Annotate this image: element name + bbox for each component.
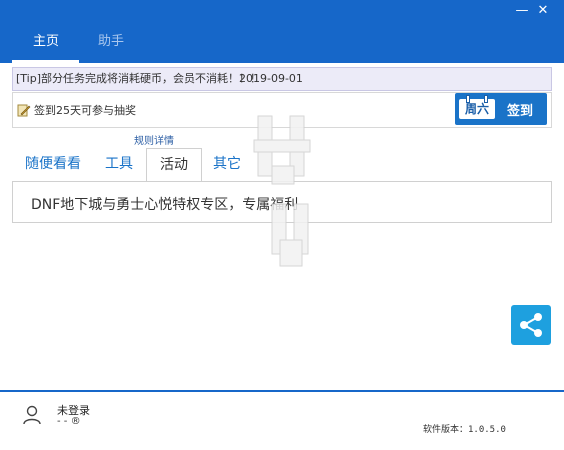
signin-hint: 签到25天可参与抽奖 xyxy=(34,104,136,117)
footer-divider xyxy=(0,390,564,392)
share-button[interactable] xyxy=(511,305,551,345)
user-status: - - ® xyxy=(57,416,81,427)
category-tabs: 随便看看 工具 活动 其它 xyxy=(12,148,252,183)
tab-other[interactable]: 其它 xyxy=(202,148,252,181)
tab-activities[interactable]: 活动 xyxy=(146,148,202,183)
tab-tools[interactable]: 工具 xyxy=(92,148,146,181)
minimize-button[interactable]: — xyxy=(513,4,531,18)
notice-bar: [Tip]部分任务完成将消耗硬币，会员不消耗！！！ 2019-09-01 xyxy=(12,67,552,91)
watermark-glyph xyxy=(253,115,311,267)
signin-button[interactable]: 周六 签到 xyxy=(455,93,547,125)
user-icon[interactable] xyxy=(23,405,41,425)
notice-text: [Tip]部分任务完成将消耗硬币，会员不消耗！！！ xyxy=(16,72,262,85)
notice-date: 2019-09-01 xyxy=(239,72,303,85)
rules-link[interactable]: 规则详情 xyxy=(134,132,174,147)
tab-browse[interactable]: 随便看看 xyxy=(14,148,92,181)
pen-icon xyxy=(17,104,31,117)
weekday-badge: 周六 xyxy=(459,99,495,119)
title-bar: — ✕ 主页 助手 xyxy=(0,0,564,63)
tab-assistant[interactable]: 助手 xyxy=(98,30,124,49)
close-button[interactable]: ✕ xyxy=(534,4,552,18)
active-tab-indicator xyxy=(12,60,79,63)
calendar-pin xyxy=(466,95,470,103)
signin-button-label: 签到 xyxy=(507,104,534,119)
tab-home[interactable]: 主页 xyxy=(33,30,59,49)
calendar-pin xyxy=(484,95,488,103)
share-icon xyxy=(520,313,542,337)
version-label: 软件版本：1.0.5.0 xyxy=(423,425,506,435)
